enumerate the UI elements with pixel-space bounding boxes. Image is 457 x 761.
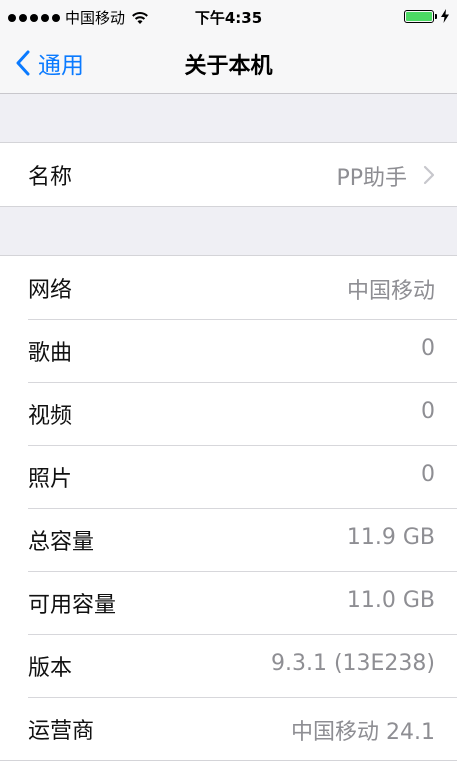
info-row-network: 网络 中国移动 — [0, 256, 457, 319]
charging-bolt-icon — [441, 9, 449, 23]
info-row-carrier: 运营商 中国移动 24.1 — [0, 697, 457, 760]
battery-cap — [435, 13, 437, 19]
row-value: 中国移动 — [346, 279, 435, 304]
status-bar: 中国移动 下午4:35 — [0, 0, 457, 34]
row-value: 0 — [421, 462, 435, 487]
row-label: 运营商 — [28, 719, 95, 744]
page-title: 关于本机 — [184, 54, 273, 79]
info-row-songs: 歌曲 0 — [0, 319, 457, 382]
status-right — [404, 9, 449, 23]
row-label: 照片 — [28, 467, 73, 492]
row-value: 9.3.1 (13E238) — [270, 651, 435, 676]
info-group: 网络 中国移动 歌曲 0 视频 0 照片 0 总容量 11.9 GB 可用容量 … — [0, 255, 457, 761]
row-value: 0 — [421, 336, 435, 361]
row-value: 0 — [421, 399, 435, 424]
row-value: PP助手 — [336, 166, 407, 191]
info-row-photos: 照片 0 — [0, 445, 457, 508]
chevron-right-icon — [423, 165, 435, 185]
info-row-available: 可用容量 11.0 GB — [0, 571, 457, 634]
info-row-version: 版本 9.3.1 (13E238) — [0, 634, 457, 697]
name-row[interactable]: 名称 PP助手 — [0, 143, 457, 206]
status-time: 下午4:35 — [194, 9, 263, 27]
info-row-capacity: 总容量 11.9 GB — [0, 508, 457, 571]
row-label: 名称 — [28, 165, 73, 190]
navigation-bar: 通用 关于本机 — [0, 34, 457, 94]
row-value: 中国移动 24.1 — [291, 720, 435, 745]
row-value: 11.9 GB — [346, 525, 435, 550]
info-row-videos: 视频 0 — [0, 382, 457, 445]
row-label: 可用容量 — [28, 593, 117, 618]
row-label: 歌曲 — [28, 341, 73, 366]
name-group: 名称 PP助手 — [0, 142, 457, 207]
row-label: 视频 — [28, 404, 73, 429]
row-label: 总容量 — [28, 530, 95, 555]
battery-icon — [404, 9, 434, 23]
row-value: 11.0 GB — [346, 588, 435, 613]
row-label: 版本 — [28, 656, 73, 681]
row-label: 网络 — [28, 278, 73, 303]
